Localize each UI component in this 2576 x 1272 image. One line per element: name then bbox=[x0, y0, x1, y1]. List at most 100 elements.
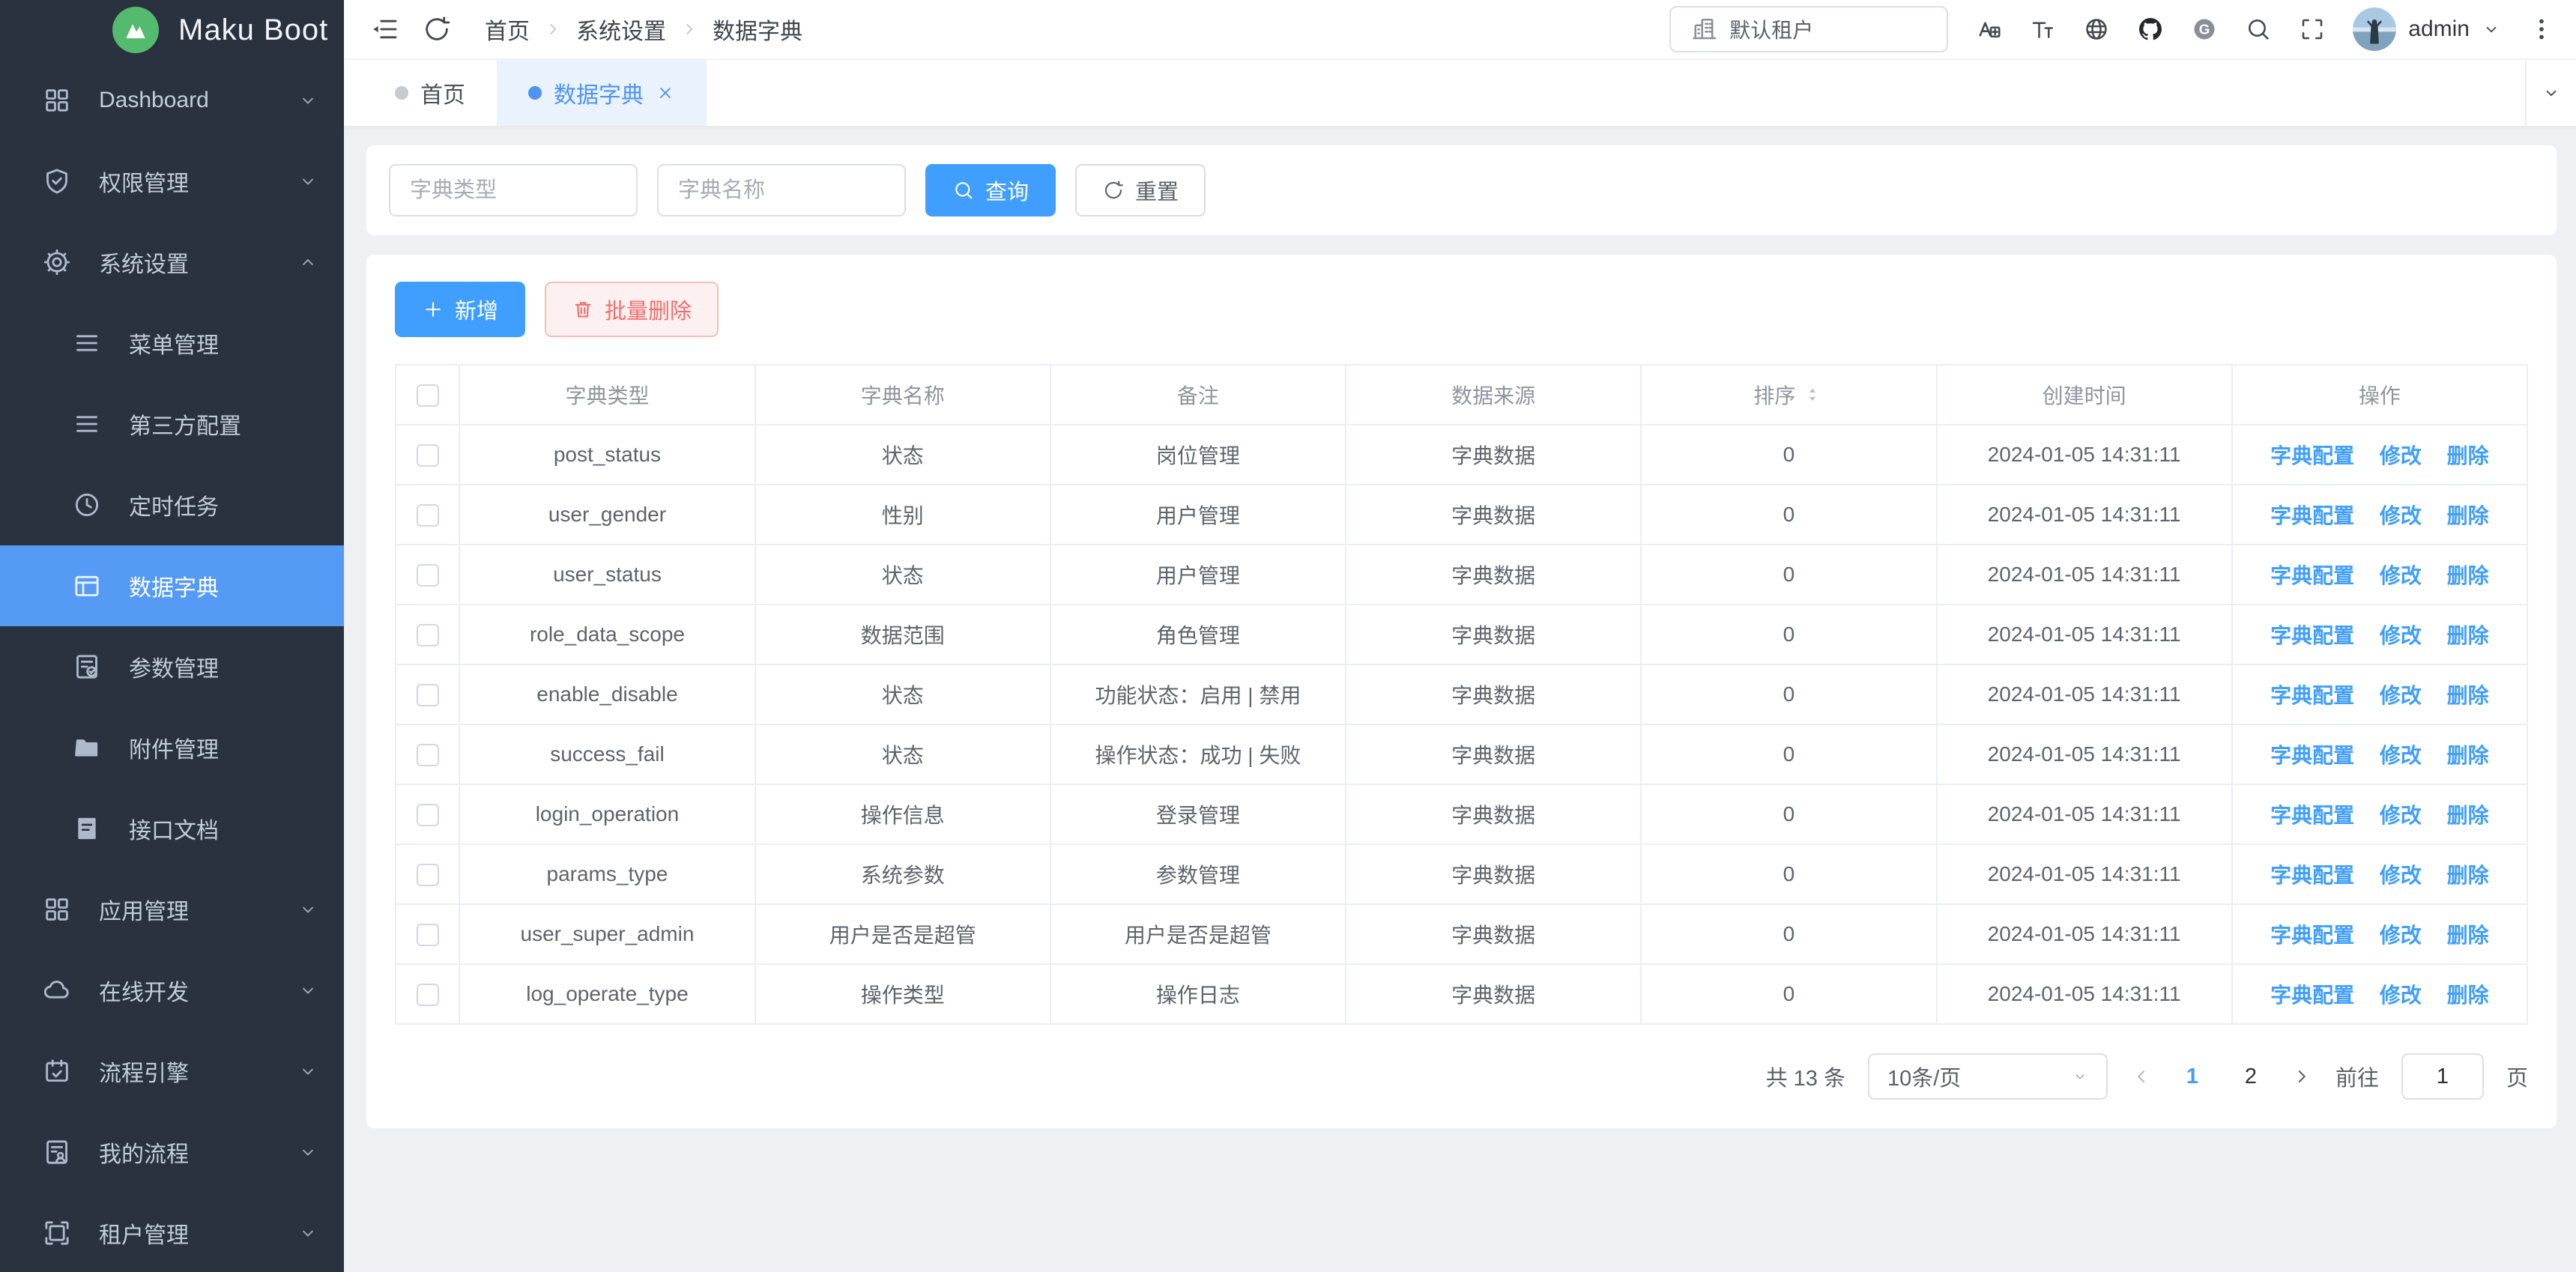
delete-link[interactable]: 删除 bbox=[2447, 444, 2489, 467]
breadcrumb-item[interactable]: 首页 bbox=[485, 13, 530, 46]
row-checkbox[interactable] bbox=[417, 804, 439, 826]
select-all-checkbox[interactable] bbox=[417, 384, 439, 407]
breadcrumb-item[interactable]: 系统设置 bbox=[576, 13, 666, 46]
sidebar-item[interactable]: 系统设置 bbox=[0, 222, 344, 303]
sidebar-item-label: 附件管理 bbox=[129, 731, 318, 764]
cell-dict-name: 状态 bbox=[755, 664, 1050, 724]
delete-link[interactable]: 删除 bbox=[2447, 924, 2489, 947]
tenant-select[interactable]: 默认租户 bbox=[1669, 6, 1948, 52]
delete-link[interactable]: 删除 bbox=[2447, 624, 2489, 647]
dict-config-link[interactable]: 字典配置 bbox=[2270, 744, 2354, 767]
dict-config-link[interactable]: 字典配置 bbox=[2270, 564, 2354, 587]
edit-link[interactable]: 修改 bbox=[2380, 504, 2422, 527]
user-menu[interactable]: admin bbox=[2353, 7, 2501, 51]
page-size-select[interactable]: 10条/页 bbox=[1868, 1053, 2108, 1100]
sidebar-item[interactable]: 权限管理 bbox=[0, 141, 344, 222]
sidebar-item[interactable]: 第三方配置 bbox=[0, 384, 344, 464]
sidebar-item[interactable]: 定时任务 bbox=[0, 464, 344, 545]
dict-config-link[interactable]: 字典配置 bbox=[2270, 984, 2354, 1007]
tenant-value: 默认租户 bbox=[1729, 14, 1813, 44]
batch-delete-button[interactable]: 批量删除 bbox=[545, 282, 719, 337]
translate-icon[interactable] bbox=[1975, 16, 2002, 43]
sidebar-item[interactable]: Dashboard bbox=[0, 60, 344, 141]
page-numbers: 12 bbox=[2180, 1064, 2264, 1089]
collapse-sidebar-icon[interactable] bbox=[369, 14, 399, 44]
row-checkbox[interactable] bbox=[417, 744, 439, 766]
sidebar-item[interactable]: 应用管理 bbox=[0, 869, 344, 950]
next-page-button[interactable] bbox=[2291, 1065, 2313, 1088]
dict-config-link[interactable]: 字典配置 bbox=[2270, 684, 2354, 707]
delete-link[interactable]: 删除 bbox=[2447, 804, 2489, 827]
row-checkbox[interactable] bbox=[417, 984, 439, 1006]
goto-page-input[interactable] bbox=[2401, 1053, 2484, 1100]
sidebar-item[interactable]: 附件管理 bbox=[0, 707, 344, 788]
cell-actions: 字典配置 修改 删除 bbox=[2232, 724, 2527, 784]
reset-button[interactable]: 重置 bbox=[1075, 164, 1206, 216]
tab[interactable]: 数据字典 bbox=[497, 60, 707, 126]
edit-link[interactable]: 修改 bbox=[2380, 804, 2422, 827]
sidebar-item[interactable]: 租户管理 bbox=[0, 1193, 344, 1272]
edit-link[interactable]: 修改 bbox=[2380, 744, 2422, 767]
sidebar-item[interactable]: 我的流程 bbox=[0, 1112, 344, 1193]
dict-config-link[interactable]: 字典配置 bbox=[2270, 924, 2354, 947]
delete-link[interactable]: 删除 bbox=[2447, 684, 2489, 707]
delete-link[interactable]: 删除 bbox=[2447, 564, 2489, 587]
delete-link[interactable]: 删除 bbox=[2447, 864, 2489, 887]
sidebar-item[interactable]: 流程引擎 bbox=[0, 1031, 344, 1112]
globe-icon[interactable] bbox=[2083, 16, 2110, 43]
dict-table: 字典类型字典名称备注数据来源排序创建时间操作 post_status 状态 岗位… bbox=[395, 364, 2528, 1025]
edit-link[interactable]: 修改 bbox=[2380, 864, 2422, 887]
delete-link[interactable]: 删除 bbox=[2447, 744, 2489, 767]
app-logo[interactable]: Maku Boot bbox=[0, 0, 344, 60]
sidebar-item[interactable]: 在线开发 bbox=[0, 950, 344, 1031]
column-header: 数据来源 bbox=[1346, 365, 1641, 425]
edit-link[interactable]: 修改 bbox=[2380, 684, 2422, 707]
close-tab-icon[interactable] bbox=[656, 83, 675, 103]
tab-actions-dropdown[interactable] bbox=[2525, 60, 2576, 126]
delete-link[interactable]: 删除 bbox=[2447, 504, 2489, 527]
prev-page-button[interactable] bbox=[2130, 1065, 2153, 1088]
fullscreen-icon[interactable] bbox=[2299, 16, 2326, 43]
sidebar-item[interactable]: 接口文档 bbox=[0, 788, 344, 869]
add-button[interactable]: 新增 bbox=[395, 282, 525, 337]
row-checkbox[interactable] bbox=[417, 624, 439, 646]
settings-dots-icon[interactable] bbox=[2528, 16, 2555, 43]
cell-dict-type: enable_disable bbox=[459, 664, 755, 724]
tab[interactable]: 首页 bbox=[363, 60, 497, 126]
sidebar-item[interactable]: 数据字典 bbox=[0, 545, 344, 626]
row-checkbox[interactable] bbox=[417, 504, 439, 527]
edit-link[interactable]: 修改 bbox=[2380, 564, 2422, 587]
search-icon[interactable] bbox=[2245, 16, 2272, 43]
list-icon bbox=[72, 327, 105, 360]
cell-sort: 0 bbox=[1641, 664, 1936, 724]
search-button[interactable]: 查询 bbox=[925, 164, 1056, 216]
edit-link[interactable]: 修改 bbox=[2380, 924, 2422, 947]
dict-config-link[interactable]: 字典配置 bbox=[2270, 804, 2354, 827]
refresh-icon[interactable] bbox=[422, 14, 452, 44]
dict-config-link[interactable]: 字典配置 bbox=[2270, 624, 2354, 647]
dict-name-input[interactable] bbox=[657, 164, 906, 216]
sidebar-item[interactable]: 参数管理 bbox=[0, 626, 344, 707]
row-checkbox[interactable] bbox=[417, 864, 439, 886]
dict-type-input[interactable] bbox=[389, 164, 638, 216]
cell-actions: 字典配置 修改 删除 bbox=[2232, 784, 2527, 844]
edit-link[interactable]: 修改 bbox=[2380, 984, 2422, 1007]
delete-link[interactable]: 删除 bbox=[2447, 984, 2489, 1007]
sidebar-menu: Dashboard 权限管理 系统设置 菜单管理 第三方配置 定时任务 数据字典… bbox=[0, 60, 344, 1272]
edit-link[interactable]: 修改 bbox=[2380, 624, 2422, 647]
row-checkbox[interactable] bbox=[417, 924, 439, 946]
row-checkbox[interactable] bbox=[417, 564, 439, 587]
dict-config-link[interactable]: 字典配置 bbox=[2270, 444, 2354, 467]
gitee-icon[interactable]: G bbox=[2191, 16, 2218, 43]
page-number[interactable]: 2 bbox=[2238, 1064, 2264, 1089]
dict-config-link[interactable]: 字典配置 bbox=[2270, 504, 2354, 527]
row-checkbox[interactable] bbox=[417, 444, 439, 467]
github-icon[interactable] bbox=[2137, 16, 2164, 43]
page-number[interactable]: 1 bbox=[2180, 1064, 2205, 1089]
row-checkbox[interactable] bbox=[417, 684, 439, 706]
sort-icon[interactable] bbox=[1801, 384, 1824, 406]
edit-link[interactable]: 修改 bbox=[2380, 444, 2422, 467]
dict-config-link[interactable]: 字典配置 bbox=[2270, 864, 2354, 887]
sidebar-item[interactable]: 菜单管理 bbox=[0, 303, 344, 384]
font-size-icon[interactable] bbox=[2029, 16, 2056, 43]
